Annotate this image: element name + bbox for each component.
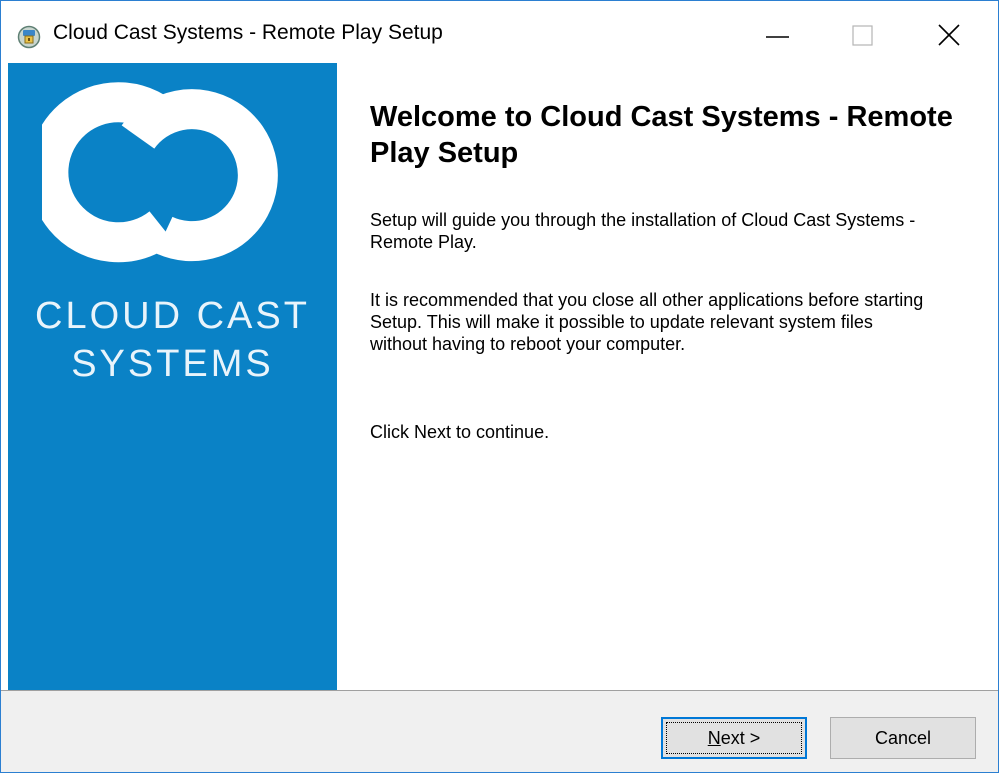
focus-rectangle — [666, 722, 802, 754]
close-icon — [938, 24, 960, 46]
button-bar: Next > Cancel — [1, 690, 998, 772]
maximize-button[interactable] — [833, 1, 893, 63]
cancel-button[interactable]: Cancel — [830, 717, 976, 759]
title-bar[interactable]: Cloud Cast Systems - Remote Play Setup — [1, 1, 998, 63]
welcome-content: Welcome to Cloud Cast Systems - Remote P… — [337, 63, 998, 690]
installer-app-icon — [17, 25, 41, 49]
recommendation-paragraph: It is recommended that you close all oth… — [370, 290, 924, 354]
window-title: Cloud Cast Systems - Remote Play Setup — [53, 21, 443, 44]
welcome-heading: Welcome to Cloud Cast Systems - Remote P… — [370, 101, 953, 169]
brand-name-line2: SYSTEMS — [71, 343, 274, 385]
brand-banner: CLOUD CAST SYSTEMS — [8, 63, 337, 690]
continue-instruction: Click Next to continue. — [370, 422, 550, 442]
brand-name-line1: CLOUD CAST — [35, 295, 310, 337]
maximize-icon — [852, 25, 873, 46]
next-button[interactable]: Next > — [661, 717, 807, 759]
setup-window: Cloud Cast Systems - Remote Play Setup C… — [0, 0, 999, 773]
cloud-cast-logo-icon — [42, 82, 278, 263]
intro-paragraph: Setup will guide you through the install… — [370, 210, 916, 252]
minimize-button[interactable] — [749, 1, 809, 63]
minimize-icon — [766, 36, 789, 38]
close-button[interactable] — [919, 1, 979, 63]
